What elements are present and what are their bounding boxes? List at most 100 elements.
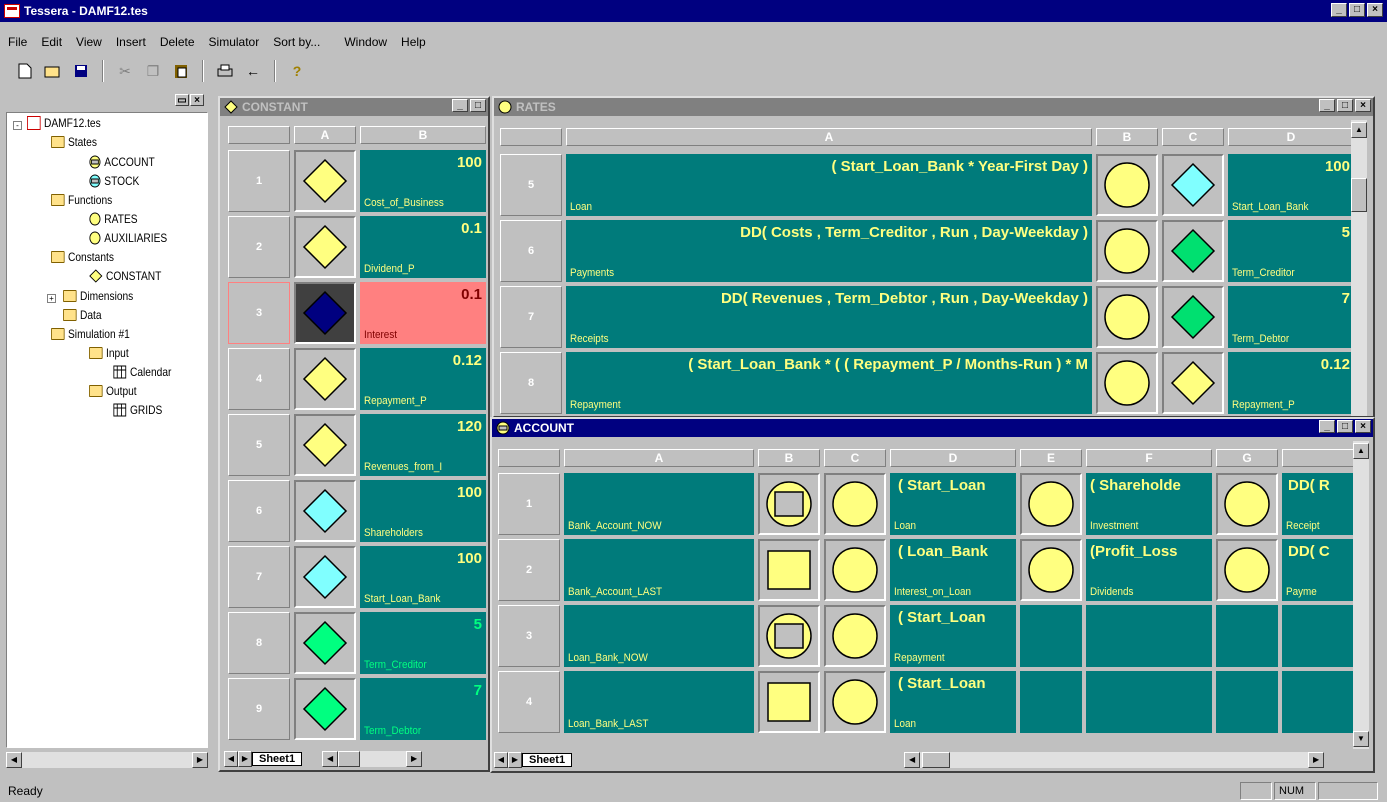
account-formula-cell[interactable]: ( Shareholde Investment: [1086, 473, 1212, 535]
rates-grid[interactable]: A B C D 5 ( Start_Loan_Bank * Year-First …: [496, 120, 1351, 416]
tree-stock[interactable]: STOCK: [89, 174, 139, 188]
account-formula-cell[interactable]: [1282, 671, 1353, 733]
rate-formula-cell[interactable]: DD( Revenues , Term_Debtor , Run , Day-W…: [566, 286, 1092, 348]
row-header[interactable]: 4: [498, 671, 560, 733]
tab-sheet1[interactable]: Sheet1: [522, 753, 573, 767]
rate-constant-icon-cell[interactable]: [1162, 154, 1224, 216]
rate-icon-cell[interactable]: [1096, 220, 1158, 282]
row-header[interactable]: 2: [228, 216, 290, 278]
tree-account[interactable]: ACCOUNT: [89, 155, 155, 169]
rate-icon-cell[interactable]: [1096, 352, 1158, 414]
empty-cell[interactable]: [1216, 605, 1278, 667]
tab-scroll-left[interactable]: ◀: [224, 751, 238, 767]
constant-icon-cell[interactable]: [294, 348, 356, 410]
constant-value-cell[interactable]: 0.1 Interest: [360, 282, 486, 344]
new-icon[interactable]: [14, 60, 36, 82]
account-rate-icon-cell[interactable]: [824, 671, 886, 733]
tab-sheet1[interactable]: Sheet1: [252, 752, 303, 766]
rate-constant-icon-cell[interactable]: [1162, 220, 1224, 282]
account-close-button[interactable]: ×: [1355, 420, 1371, 433]
menu-window[interactable]: Window: [344, 35, 387, 49]
menu-delete[interactable]: Delete: [160, 35, 195, 49]
constant-icon-cell[interactable]: [294, 414, 356, 476]
constant-icon-cell[interactable]: [294, 480, 356, 542]
tree-rates[interactable]: RATES: [89, 212, 138, 226]
constant-value-cell[interactable]: 100 Cost_of_Business: [360, 150, 486, 212]
account-name-cell[interactable]: Loan_Bank_NOW: [564, 605, 754, 667]
column-header[interactable]: G: [1216, 449, 1278, 467]
tree-auxiliaries[interactable]: AUXILIARIES: [89, 231, 167, 245]
menu-edit[interactable]: Edit: [41, 35, 62, 49]
row-header[interactable]: 1: [498, 473, 560, 535]
account-minimize-button[interactable]: _: [1319, 420, 1335, 433]
tree-grids[interactable]: GRIDS: [113, 403, 162, 417]
account-name-cell[interactable]: Loan_Bank_LAST: [564, 671, 754, 733]
copy-icon[interactable]: ❐: [142, 60, 164, 82]
empty-cell[interactable]: [1216, 671, 1278, 733]
rate-icon-cell[interactable]: [1096, 154, 1158, 216]
minimize-button[interactable]: _: [1331, 3, 1347, 17]
column-header-b[interactable]: B: [360, 126, 486, 144]
account-formula-cell[interactable]: DD( R Receipt: [1282, 473, 1353, 535]
account-maximize-button[interactable]: □: [1337, 420, 1353, 433]
tree-view[interactable]: - DAMF12.tes States ACCOUNT STOCK Functi…: [6, 112, 208, 748]
account-formula-cell[interactable]: [1086, 605, 1212, 667]
cut-icon[interactable]: ✂: [114, 60, 136, 82]
column-header[interactable]: C: [824, 449, 886, 467]
constant-maximize-button[interactable]: □: [470, 99, 486, 112]
back-arrow-icon[interactable]: ←: [242, 60, 264, 82]
rate-formula-cell[interactable]: DD( Costs , Term_Creditor , Run , Day-We…: [566, 220, 1092, 282]
rate-constant-cell[interactable]: 100 Start_Loan_Bank: [1228, 154, 1351, 216]
tree-close-button[interactable]: ×: [190, 94, 204, 106]
account-icon-cell[interactable]: [1020, 539, 1082, 601]
account-rate-icon-cell[interactable]: [824, 539, 886, 601]
paste-icon[interactable]: [170, 60, 192, 82]
empty-cell[interactable]: [1020, 605, 1082, 667]
tree-root[interactable]: DAMF12.tes: [27, 116, 101, 130]
row-header[interactable]: 5: [500, 154, 562, 216]
constant-value-cell[interactable]: 0.12 Repayment_P: [360, 348, 486, 410]
expand-toggle[interactable]: -: [13, 121, 22, 130]
maximize-button[interactable]: □: [1349, 3, 1365, 17]
account-formula-cell[interactable]: ( Start_Loan Loan: [890, 671, 1016, 733]
tree-calendar[interactable]: Calendar: [113, 365, 171, 379]
rate-constant-icon-cell[interactable]: [1162, 352, 1224, 414]
menu-sort-by[interactable]: Sort by...: [273, 35, 320, 49]
row-header[interactable]: 6: [228, 480, 290, 542]
row-header[interactable]: 2: [498, 539, 560, 601]
account-icon-cell[interactable]: [1020, 473, 1082, 535]
row-header[interactable]: 8: [500, 352, 562, 414]
column-header-a[interactable]: A: [294, 126, 356, 144]
account-state-icon-cell[interactable]: [758, 539, 820, 601]
rate-formula-cell[interactable]: ( Start_Loan_Bank * Year-First Day ) Loan: [566, 154, 1092, 216]
constant-value-cell[interactable]: 5 Term_Creditor: [360, 612, 486, 674]
column-header[interactable]: B: [758, 449, 820, 467]
tree-dimensions[interactable]: Dimensions: [63, 289, 133, 303]
rates-vscrollbar[interactable]: ▲: [1351, 120, 1367, 416]
tab-scroll-left[interactable]: ◀: [494, 752, 508, 768]
constant-icon-cell[interactable]: [294, 150, 356, 212]
account-formula-cell[interactable]: ( Start_Loan Loan: [890, 473, 1016, 535]
account-rate-icon-cell[interactable]: [824, 473, 886, 535]
account-rate-icon-cell[interactable]: [824, 605, 886, 667]
rate-constant-cell[interactable]: 7 Term_Debtor: [1228, 286, 1351, 348]
tree-constants[interactable]: Constants: [51, 250, 114, 264]
column-header[interactable]: F: [1086, 449, 1212, 467]
column-header-d[interactable]: D: [1228, 128, 1351, 146]
constant-value-cell[interactable]: 120 Revenues_from_I: [360, 414, 486, 476]
rate-constant-cell[interactable]: 0.12 Repayment_P: [1228, 352, 1351, 414]
open-icon[interactable]: [42, 60, 64, 82]
constant-icon-cell[interactable]: [294, 678, 356, 740]
tree-constant[interactable]: CONSTANT: [89, 269, 161, 283]
row-header[interactable]: 1: [228, 150, 290, 212]
tree-functions[interactable]: Functions: [51, 193, 112, 207]
help-icon[interactable]: ?: [286, 60, 308, 82]
row-header[interactable]: 4: [228, 348, 290, 410]
account-icon-cell[interactable]: [1216, 539, 1278, 601]
row-header[interactable]: 8: [228, 612, 290, 674]
account-formula-cell[interactable]: [1086, 671, 1212, 733]
row-header[interactable]: 9: [228, 678, 290, 740]
rates-minimize-button[interactable]: _: [1319, 99, 1335, 112]
constant-value-cell[interactable]: 100 Start_Loan_Bank: [360, 546, 486, 608]
print-icon[interactable]: [214, 60, 236, 82]
